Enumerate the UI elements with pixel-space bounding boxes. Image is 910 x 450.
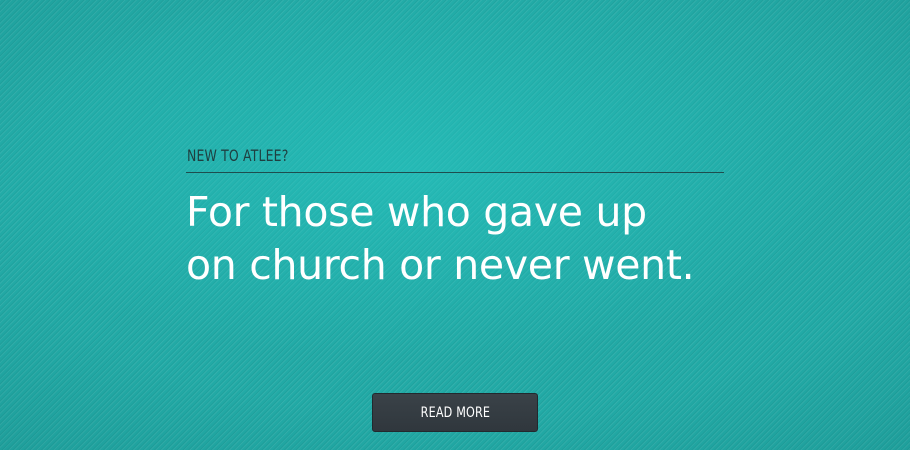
hero-divider — [186, 172, 724, 173]
hero-banner: NEW TO ATLEE? For those who gave up on c… — [0, 0, 910, 450]
hero-headline: For those who gave up on church or never… — [186, 186, 786, 292]
read-more-button[interactable]: READ MORE — [372, 393, 538, 432]
hero-eyebrow: NEW TO ATLEE? — [187, 146, 289, 165]
hero-headline-line-2: on church or never went. — [186, 241, 695, 289]
read-more-label: READ MORE — [420, 404, 490, 421]
hero-headline-line-1: For those who gave up — [186, 188, 647, 236]
